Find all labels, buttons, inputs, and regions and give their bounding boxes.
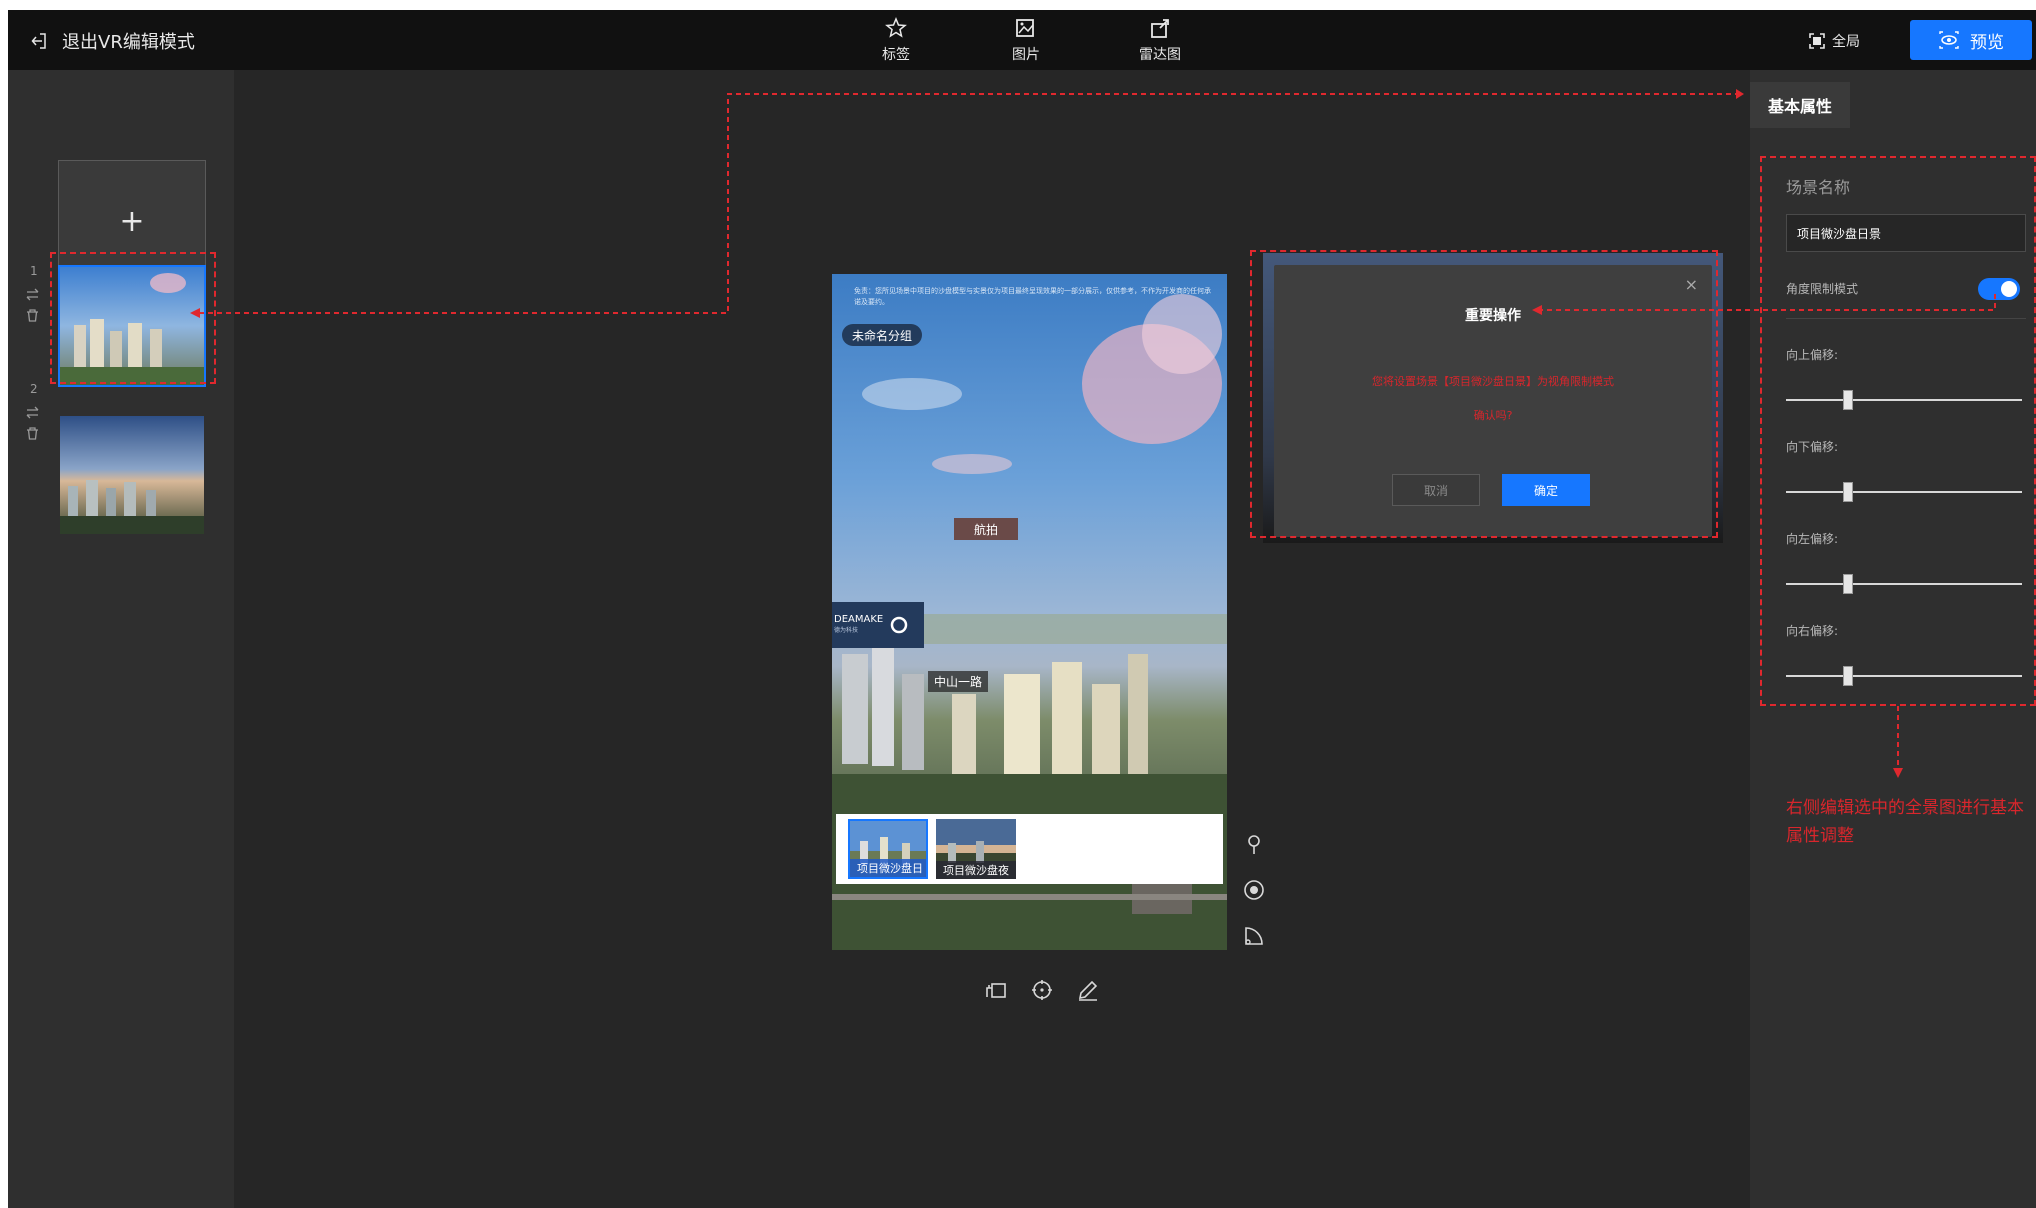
tool-tag[interactable]: 标签 bbox=[864, 16, 928, 68]
brand-sub: 德为科技 bbox=[834, 627, 859, 634]
exit-icon bbox=[31, 33, 46, 49]
edit-pen-icon[interactable] bbox=[1076, 978, 1100, 1002]
fullscreen-button[interactable]: 全局 bbox=[1808, 28, 1860, 54]
brand-name: DEAMAKE bbox=[834, 614, 884, 625]
brand-text: DEAMAKE 德为科技 bbox=[834, 614, 883, 636]
tool-image[interactable]: 图片 bbox=[994, 16, 1058, 68]
mini-thumb-night-label: 项目微沙盘夜 bbox=[936, 861, 1016, 879]
annotation-box-modal bbox=[1250, 250, 1718, 538]
scene-thumbnail-night[interactable] bbox=[58, 414, 206, 536]
trash-icon[interactable] bbox=[26, 309, 39, 322]
target-icon[interactable] bbox=[1242, 878, 1266, 902]
image-add-icon bbox=[1016, 19, 1034, 37]
add-scene-label: + bbox=[119, 203, 145, 239]
exit-vr-edit-button[interactable]: 退出VR编辑模式 bbox=[30, 28, 195, 54]
scene-actions bbox=[26, 288, 39, 322]
annotation-box-properties bbox=[1760, 156, 2036, 706]
eye-icon bbox=[1939, 31, 1959, 49]
trash-icon[interactable] bbox=[26, 427, 39, 440]
scene-index: 2 bbox=[30, 382, 38, 396]
group-pill[interactable]: 未命名分组 bbox=[842, 324, 923, 346]
tool-radar[interactable]: 雷达图 bbox=[1128, 16, 1192, 68]
location-pin-icon[interactable] bbox=[1242, 832, 1266, 856]
mini-thumb-day[interactable]: 项目微沙盘日 bbox=[848, 819, 928, 879]
tab-basic-properties[interactable]: 基本属性 bbox=[1750, 82, 1850, 128]
brand-logo-icon bbox=[890, 616, 908, 634]
radar-icon[interactable] bbox=[1242, 924, 1266, 948]
radar-export-icon bbox=[1151, 19, 1169, 38]
layout-icon[interactable] bbox=[984, 978, 1008, 1002]
mini-thumb-night[interactable]: 项目微沙盘夜 bbox=[936, 819, 1016, 879]
brand-badge: DEAMAKE 德为科技 bbox=[832, 602, 924, 648]
top-bar: 退出VR编辑模式 标签 图片 雷达图 全局 预览 bbox=[8, 10, 2036, 70]
fullscreen-label: 全局 bbox=[1832, 34, 1860, 50]
annotation-box-scene bbox=[50, 252, 216, 384]
hotspot-road[interactable]: 中山一路 bbox=[928, 671, 989, 692]
annotation-note: 右侧编辑选中的全景图进行基本属性调整 bbox=[1786, 798, 2024, 846]
hotspot-aerial[interactable]: 航拍 bbox=[954, 518, 1018, 540]
swap-icon[interactable] bbox=[26, 406, 39, 419]
preview-button[interactable]: 预览 bbox=[1910, 20, 2032, 60]
scene-night-image bbox=[60, 416, 204, 534]
pin-star-icon bbox=[885, 17, 907, 38]
tool-image-label: 图片 bbox=[1012, 47, 1040, 63]
scene-list-panel: + 1 2 bbox=[8, 70, 234, 1208]
phone-bottom-tools bbox=[984, 978, 1100, 1002]
scene-thumb-strip: 项目微沙盘日 项目微沙盘夜 bbox=[836, 814, 1223, 884]
fullscreen-icon bbox=[1809, 33, 1825, 49]
scene-index: 1 bbox=[30, 264, 38, 278]
tool-tag-label: 标签 bbox=[882, 47, 910, 63]
phone-preview[interactable]: 免责：您所见场景中项目的沙盘模型与实景仅为项目最终呈现效果的一部分展示，仅供参考… bbox=[832, 274, 1227, 950]
disclaimer-text: 免责：您所见场景中项目的沙盘模型与实景仅为项目最终呈现效果的一部分展示，仅供参考… bbox=[854, 287, 1211, 306]
vr-editor-app: 退出VR编辑模式 标签 图片 雷达图 全局 预览 + 1 2 免责：您所见场景中… bbox=[8, 10, 2036, 1208]
exit-vr-edit-label: 退出VR编辑模式 bbox=[62, 32, 195, 53]
phone-side-tools bbox=[1242, 832, 1266, 948]
tool-radar-label: 雷达图 bbox=[1139, 47, 1181, 63]
scene-actions bbox=[26, 406, 39, 440]
mini-thumb-day-label: 项目微沙盘日 bbox=[850, 859, 926, 877]
preview-label: 预览 bbox=[1970, 32, 2004, 53]
crosshair-icon[interactable] bbox=[1030, 978, 1054, 1002]
swap-icon[interactable] bbox=[26, 288, 39, 301]
